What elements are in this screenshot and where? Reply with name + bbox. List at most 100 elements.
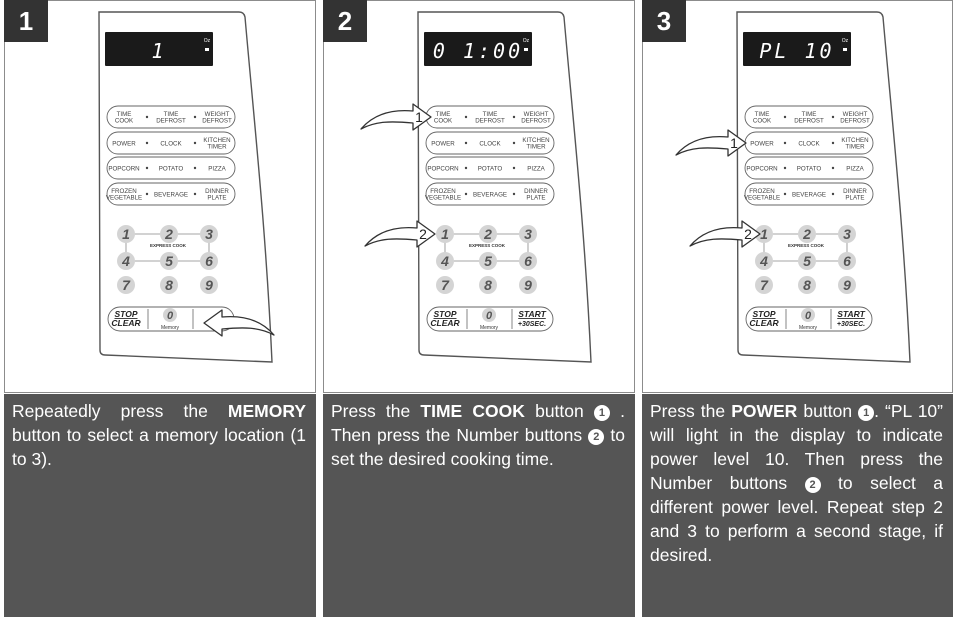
microwave-control-panel: 1 OzTIME COOKTIME DEFROSTWEIGHT DEFROSTPOWER…	[98, 11, 275, 363]
separator-dot	[831, 192, 835, 196]
number-button-label: 4	[759, 253, 768, 269]
separator-dot	[831, 141, 835, 145]
step-number-badge: 1	[4, 0, 48, 42]
plus30-label: +30SEC.	[837, 321, 865, 328]
function-button-label: BEVERAGE	[473, 192, 507, 199]
separator-dot	[464, 192, 468, 196]
separator-dot	[512, 115, 516, 119]
express-cook-label: EXPRESS COOK	[788, 243, 825, 248]
function-button-label: TIME COOK	[115, 111, 134, 125]
function-button-label: POTATO	[478, 166, 503, 173]
number-button-label: 4	[440, 253, 449, 269]
function-button-label: POPCORN	[427, 166, 458, 173]
function-button-label: KITCHEN TIMER	[522, 137, 549, 151]
clear-label: CLEAR	[749, 318, 779, 328]
marker-2-icon: 2	[804, 477, 821, 493]
function-button-label: DINNER PLATE	[205, 188, 229, 202]
express-cook-label: EXPRESS COOK	[469, 243, 506, 248]
memory-label: Memory	[161, 325, 180, 331]
function-button-label: PIZZA	[846, 166, 864, 173]
number-button-label: 7	[122, 277, 131, 293]
separator-dot	[145, 192, 149, 196]
step-3-instructions: Press the POWER button 1. “PL 10” will l…	[642, 394, 953, 617]
plus30-label: +30SEC.	[518, 321, 546, 328]
number-button-label: 9	[843, 277, 851, 293]
pointer-arrow-icon: 1	[675, 129, 747, 157]
function-button-label: DINNER PLATE	[524, 188, 548, 202]
function-button-label: POPCORN	[108, 166, 139, 173]
number-button-label: 4	[121, 253, 130, 269]
step-number-badge: 3	[642, 0, 686, 42]
display-readout: 0 1:00	[433, 39, 523, 63]
separator-dot	[193, 115, 197, 119]
separator-dot	[464, 141, 468, 145]
number-button-label: 2	[802, 226, 811, 242]
number-button-label: 3	[205, 226, 213, 242]
function-button-label: BEVERAGE	[154, 192, 188, 199]
function-button-label: POPCORN	[746, 166, 777, 173]
zero-label: 0	[805, 310, 812, 322]
display-indicator	[524, 48, 528, 51]
function-button-label: POTATO	[797, 166, 822, 173]
function-button-label: WEIGHT DEFROST	[202, 111, 232, 125]
clear-label: CLEAR	[430, 318, 460, 328]
function-button-label: POTATO	[159, 166, 184, 173]
number-button-label: 2	[164, 226, 173, 242]
function-button-label: POWER	[112, 141, 136, 148]
separator-dot	[783, 192, 787, 196]
separator-dot	[145, 141, 149, 145]
separator-dot	[145, 166, 149, 170]
number-button-label: 5	[484, 253, 492, 269]
display-unit-label: Oz	[523, 38, 530, 44]
marker-2-icon: 2	[588, 429, 605, 445]
function-button-label: CLOCK	[479, 141, 501, 148]
number-button-label: 8	[484, 277, 492, 293]
separator-dot	[831, 115, 835, 119]
start-label: START	[837, 309, 865, 319]
step-1-instructions: Repeatedly press the MEMORY button to se…	[4, 394, 316, 617]
function-button-label: PIZZA	[527, 166, 545, 173]
number-button-label: 6	[205, 253, 213, 269]
number-button-label: 2	[483, 226, 492, 242]
number-button-label: 6	[524, 253, 532, 269]
microwave-control-panel: 0 1:00 OzTIME COOKTIME DEFROSTWEIGHT DEFROST…	[360, 11, 592, 363]
display-unit-label: Oz	[842, 38, 849, 44]
number-button-label: 7	[441, 277, 450, 293]
function-button-label: PIZZA	[208, 166, 226, 173]
display-readout: PL 10	[759, 39, 834, 63]
function-button-label: DINNER PLATE	[843, 188, 867, 202]
separator-dot	[193, 192, 197, 196]
number-button-label: 9	[205, 277, 213, 293]
number-button-label: 8	[803, 277, 811, 293]
function-button-label: KITCHEN TIMER	[841, 137, 868, 151]
zero-label: 0	[167, 310, 174, 322]
microwave-control-panel: PL 10 OzTIME COOKTIME DEFROSTWEIGHT DEFROSTP…	[675, 11, 911, 363]
start-label: START	[518, 309, 546, 319]
number-button-label: 8	[165, 277, 173, 293]
separator-dot	[512, 192, 516, 196]
number-button-label: 7	[760, 277, 769, 293]
control-panel-body: 0 1:00 OzTIME COOKTIME DEFROSTWEIGHT DEFROST…	[417, 11, 592, 363]
number-button-label: 1	[760, 226, 768, 242]
number-button-label: 3	[843, 226, 851, 242]
function-button-label: POWER	[750, 141, 774, 148]
control-panel-body: PL 10 OzTIME COOKTIME DEFROSTWEIGHT DEFROSTP…	[736, 11, 911, 363]
number-button-label: 9	[524, 277, 532, 293]
function-button-label: WEIGHT DEFROST	[840, 111, 870, 125]
express-cook-label: EXPRESS COOK	[150, 243, 187, 248]
separator-dot	[512, 166, 516, 170]
number-button-label: 5	[165, 253, 173, 269]
number-button-label: 3	[524, 226, 532, 242]
function-button-label: TIME COOK	[434, 111, 453, 125]
separator-dot	[464, 166, 468, 170]
number-button-label: 1	[441, 226, 449, 242]
display-indicator	[205, 48, 209, 51]
display-readout: 1	[151, 39, 166, 63]
separator-dot	[512, 141, 516, 145]
memory-label: Memory	[480, 325, 499, 331]
step-number-badge: 2	[323, 0, 367, 42]
function-button-label: WEIGHT DEFROST	[521, 111, 551, 125]
number-button-label: 1	[122, 226, 130, 242]
function-button-label: CLOCK	[798, 141, 820, 148]
separator-dot	[145, 115, 149, 119]
